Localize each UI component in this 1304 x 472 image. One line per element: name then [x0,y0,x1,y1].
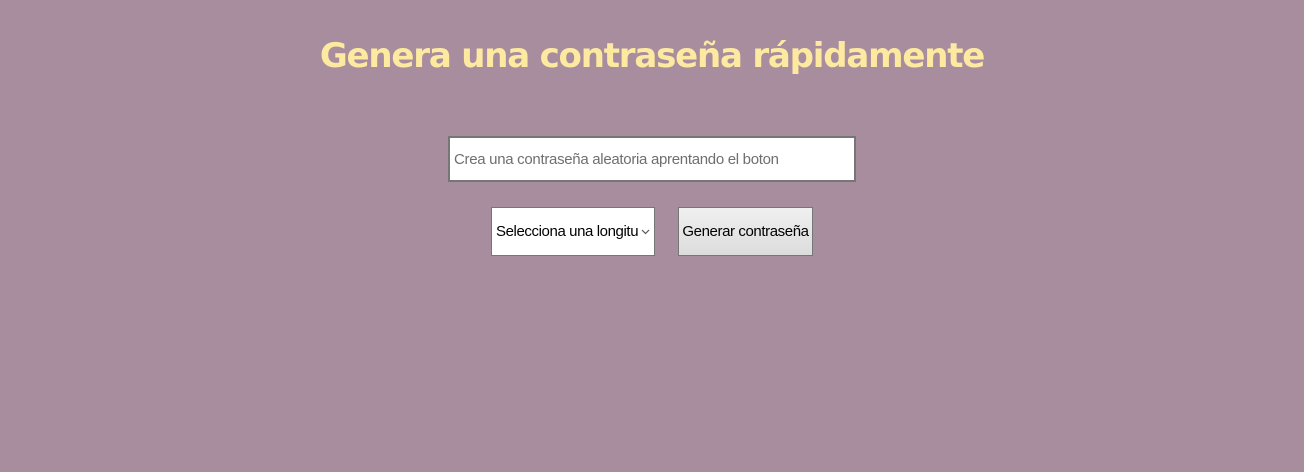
chevron-down-icon [641,227,650,237]
generate-password-button[interactable]: Generar contraseña [678,207,813,256]
length-select-value: Selecciona una longitud [496,223,638,240]
page-title: Genera una contraseña rápidamente [319,36,986,76]
length-select[interactable]: Selecciona una longitud [491,207,655,256]
password-output-field[interactable] [448,136,856,182]
